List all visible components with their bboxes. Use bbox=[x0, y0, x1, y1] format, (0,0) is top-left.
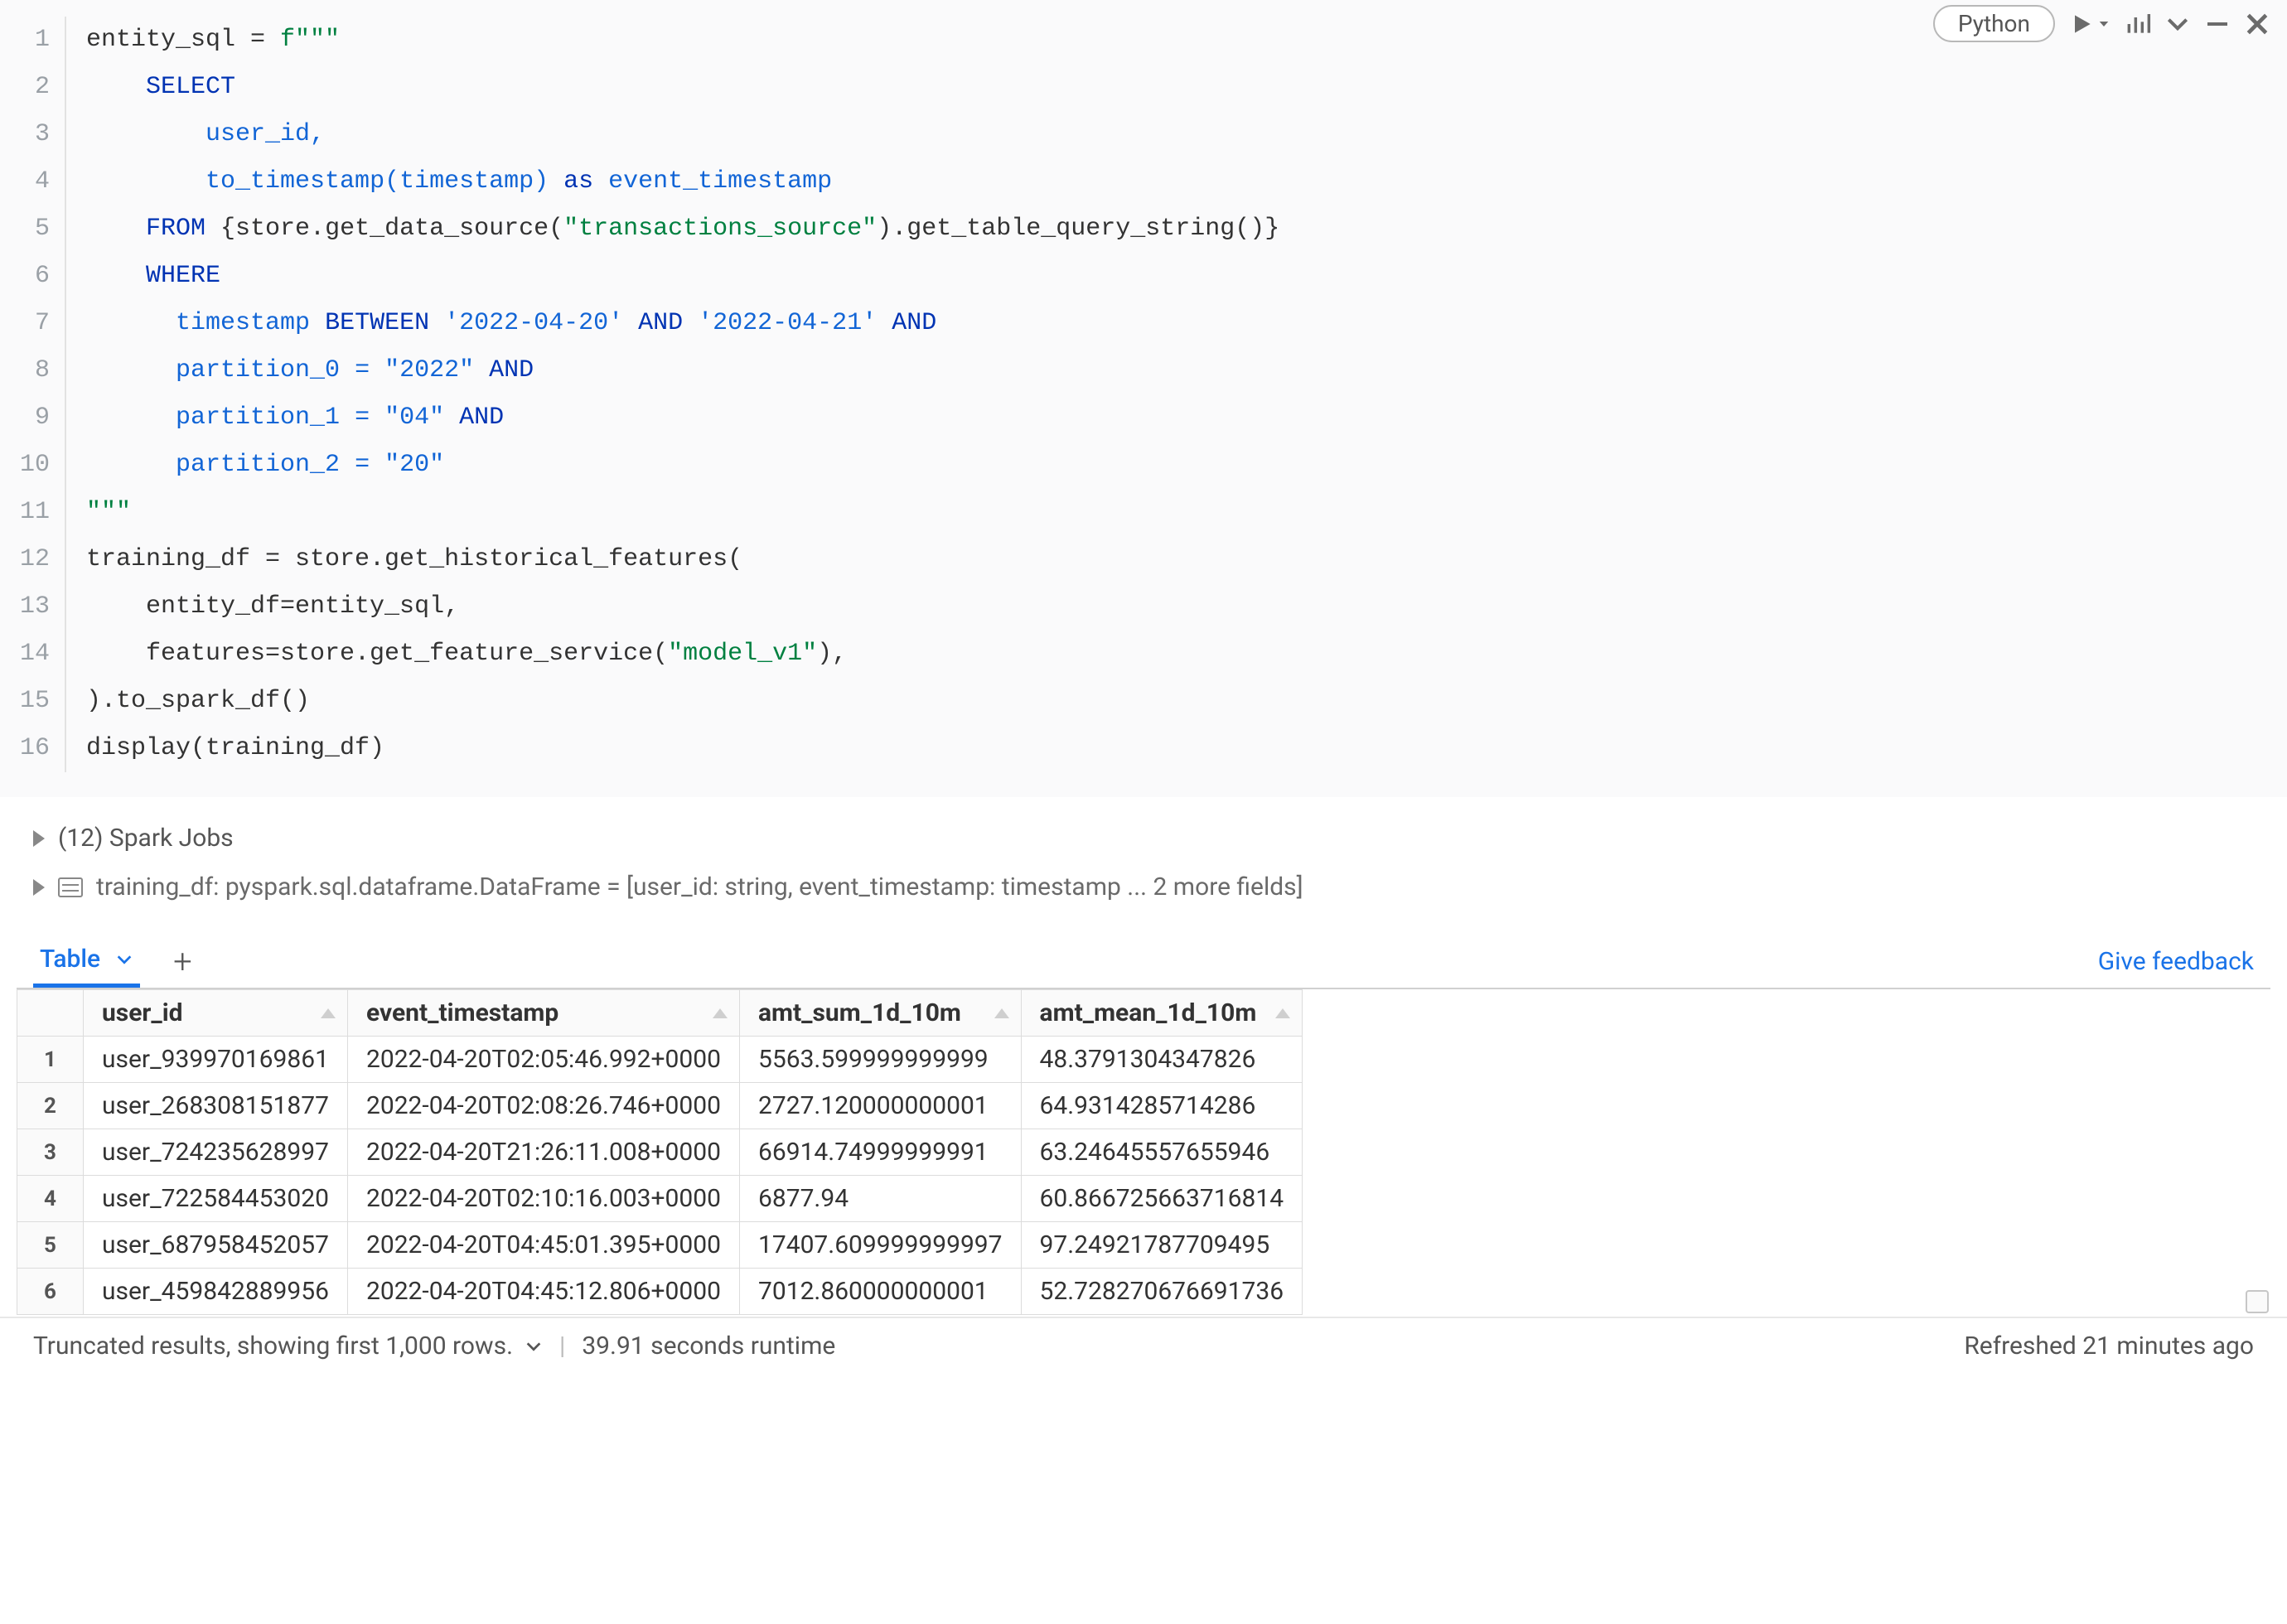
spark-jobs-row[interactable]: (12) Spark Jobs bbox=[33, 814, 2254, 863]
row-index: 4 bbox=[17, 1176, 84, 1222]
table-cell: 2022-04-20T02:05:46.992+0000 bbox=[347, 1037, 739, 1083]
result-table-wrap: user_idevent_timestampamt_sum_1d_10mamt_… bbox=[17, 988, 2270, 1315]
scroll-corner[interactable] bbox=[2246, 1290, 2269, 1313]
table-cell: 66914.74999999991 bbox=[739, 1129, 1021, 1176]
row-index-header bbox=[17, 990, 84, 1037]
table-cell: 2022-04-20T04:45:01.395+0000 bbox=[347, 1222, 739, 1269]
tab-table-label: Table bbox=[40, 945, 100, 974]
divider: | bbox=[554, 1332, 570, 1361]
column-header[interactable]: user_id bbox=[84, 990, 348, 1037]
table-cell: 6877.94 bbox=[739, 1176, 1021, 1222]
table-cell: 2022-04-20T04:45:12.806+0000 bbox=[347, 1269, 739, 1315]
truncated-label[interactable]: Truncated results, showing first 1,000 r… bbox=[33, 1332, 513, 1361]
column-header[interactable]: event_timestamp bbox=[347, 990, 739, 1037]
notebook-cell: Python 123456789101112 bbox=[0, 0, 2287, 1377]
table-cell: 64.9314285714286 bbox=[1021, 1083, 1303, 1129]
table-cell: 52.728270676691736 bbox=[1021, 1269, 1303, 1315]
table-cell: user_459842889956 bbox=[84, 1269, 348, 1315]
row-index: 6 bbox=[17, 1269, 84, 1315]
table-cell: 5563.599999999999 bbox=[739, 1037, 1021, 1083]
chevron-down-icon[interactable] bbox=[2164, 11, 2191, 37]
spark-jobs-label: (12) Spark Jobs bbox=[58, 824, 234, 853]
cell-toolbar: Python bbox=[1933, 5, 2270, 42]
run-icon[interactable] bbox=[2068, 11, 2095, 37]
sort-icon bbox=[321, 1008, 336, 1018]
add-tab-button[interactable]: + bbox=[173, 942, 192, 981]
table-cell: 2022-04-20T21:26:11.008+0000 bbox=[347, 1129, 739, 1176]
code-content[interactable]: entity_sql = f""" SELECT user_id, to_tim… bbox=[66, 17, 1279, 772]
give-feedback-link[interactable]: Give feedback bbox=[2098, 947, 2254, 976]
result-table: user_idevent_timestampamt_sum_1d_10mamt_… bbox=[17, 989, 1303, 1315]
language-pill[interactable]: Python bbox=[1933, 5, 2055, 42]
table-cell: 63.24645557655946 bbox=[1021, 1129, 1303, 1176]
table-row[interactable]: 3user_7242356289972022-04-20T21:26:11.00… bbox=[17, 1129, 1303, 1176]
sort-icon bbox=[713, 1008, 728, 1018]
table-cell: 17407.609999999997 bbox=[739, 1222, 1021, 1269]
chevron-down-icon[interactable] bbox=[525, 1337, 543, 1356]
line-gutter: 12345678910111213141516 bbox=[0, 17, 66, 772]
column-header[interactable]: amt_sum_1d_10m bbox=[739, 990, 1021, 1037]
table-cell: user_268308151877 bbox=[84, 1083, 348, 1129]
result-footer: Truncated results, showing first 1,000 r… bbox=[0, 1317, 2287, 1377]
minimize-icon[interactable] bbox=[2204, 11, 2231, 37]
cell-outputs: (12) Spark Jobs training_df: pyspark.sql… bbox=[0, 797, 2287, 920]
table-row[interactable]: 6user_4598428899562022-04-20T04:45:12.80… bbox=[17, 1269, 1303, 1315]
chevron-down-icon bbox=[115, 950, 133, 969]
row-index: 5 bbox=[17, 1222, 84, 1269]
tab-table[interactable]: Table bbox=[33, 935, 140, 988]
row-index: 1 bbox=[17, 1037, 84, 1083]
runtime-label: 39.91 seconds runtime bbox=[582, 1332, 835, 1361]
row-index: 2 bbox=[17, 1083, 84, 1129]
table-cell: user_724235628997 bbox=[84, 1129, 348, 1176]
table-cell: user_687958452057 bbox=[84, 1222, 348, 1269]
table-cell: 7012.860000000001 bbox=[739, 1269, 1021, 1315]
table-cell: 97.24921787709495 bbox=[1021, 1222, 1303, 1269]
column-header[interactable]: amt_mean_1d_10m bbox=[1021, 990, 1303, 1037]
table-cell: 2727.120000000001 bbox=[739, 1083, 1021, 1129]
table-cell: 2022-04-20T02:08:26.746+0000 bbox=[347, 1083, 739, 1129]
schema-text: training_df: pyspark.sql.dataframe.DataF… bbox=[96, 872, 1303, 901]
sort-icon bbox=[1275, 1008, 1290, 1018]
table-row[interactable]: 2user_2683081518772022-04-20T02:08:26.74… bbox=[17, 1083, 1303, 1129]
row-index: 3 bbox=[17, 1129, 84, 1176]
table-row[interactable]: 4user_7225844530202022-04-20T02:10:16.00… bbox=[17, 1176, 1303, 1222]
code-editor[interactable]: 12345678910111213141516 entity_sql = f""… bbox=[0, 0, 2287, 797]
table-cell: 2022-04-20T02:10:16.003+0000 bbox=[347, 1176, 739, 1222]
table-cell: 48.3791304347826 bbox=[1021, 1037, 1303, 1083]
table-cell: 60.866725663716814 bbox=[1021, 1176, 1303, 1222]
table-schema-icon bbox=[58, 877, 83, 897]
table-row[interactable]: 1user_9399701698612022-04-20T02:05:46.99… bbox=[17, 1037, 1303, 1083]
close-icon[interactable] bbox=[2244, 11, 2270, 37]
sort-icon bbox=[994, 1008, 1009, 1018]
table-cell: user_722584453020 bbox=[84, 1176, 348, 1222]
refreshed-label: Refreshed 21 minutes ago bbox=[1964, 1332, 2254, 1361]
caret-right-icon bbox=[33, 879, 45, 896]
output-tabbar: Table + Give feedback bbox=[0, 920, 2287, 988]
table-row[interactable]: 5user_6879584520572022-04-20T04:45:01.39… bbox=[17, 1222, 1303, 1269]
table-cell: user_939970169861 bbox=[84, 1037, 348, 1083]
schema-row[interactable]: training_df: pyspark.sql.dataframe.DataF… bbox=[33, 863, 2254, 911]
bar-chart-icon[interactable] bbox=[2125, 11, 2151, 37]
caret-right-icon bbox=[33, 830, 45, 847]
run-dropdown-icon[interactable] bbox=[2096, 11, 2111, 37]
